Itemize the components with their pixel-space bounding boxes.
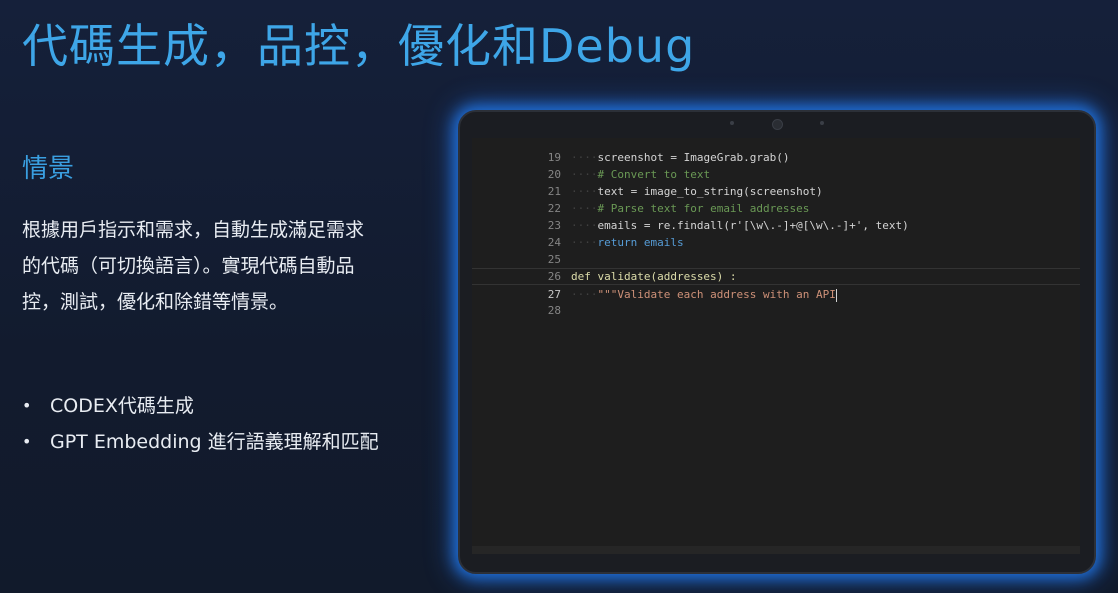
- section-subtitle: 情景: [22, 154, 75, 184]
- code-line[interactable]: 20 ····# Convert to text: [472, 149, 1080, 181]
- code-editor[interactable]: 19 ····screenshot = ImageGrab.grab() 20 ··…: [472, 138, 1080, 546]
- code-line[interactable]: 24 ····return emails: [472, 217, 1080, 249]
- code-line[interactable]: 19 ····screenshot = ImageGrab.grab(): [472, 138, 1080, 164]
- bullet-icon: •: [22, 432, 32, 451]
- tablet-device: 19 ····screenshot = ImageGrab.grab() 20 ··…: [458, 110, 1096, 574]
- code-line[interactable]: 21 ····text = image_to_string(screenshot): [472, 166, 1080, 198]
- bullet-text: GPT Embedding 進行語義理解和匹配: [50, 431, 379, 453]
- code-line[interactable]: 22 ····# Parse text for email addresses: [472, 183, 1080, 215]
- code-line[interactable]: 26 def validate(addresses) :: [472, 251, 1080, 283]
- slide-title: 代碼生成，品控，優化和Debug: [22, 19, 696, 73]
- line-number: 28: [547, 304, 561, 317]
- code-line[interactable]: 23 ····emails = re.findall(r'[\w\.-]+@[\w…: [472, 200, 1080, 232]
- camera-icon: [772, 119, 783, 130]
- screen-bezel-bottom: [472, 546, 1080, 554]
- sensor-icon: [730, 121, 734, 125]
- bullet-list: • CODEX代碼生成 • GPT Embedding 進行語義理解和匹配: [22, 388, 379, 460]
- list-item: • GPT Embedding 進行語義理解和匹配: [22, 424, 379, 460]
- code-line[interactable]: 28: [472, 285, 1080, 317]
- code-line-active[interactable]: 27 ····"""Validate each address with an A…: [472, 268, 1080, 302]
- scenario-description: 根據用戶指示和需求，自動生成滿足需求的代碼（可切換語言）。實現代碼自動品控，測試…: [22, 219, 365, 313]
- bullet-text: CODEX代碼生成: [50, 395, 194, 417]
- list-item: • CODEX代碼生成: [22, 388, 379, 424]
- code-line[interactable]: 25: [472, 234, 1080, 266]
- sensor-icon: [820, 121, 824, 125]
- bullet-icon: •: [22, 396, 32, 415]
- slide: 代碼生成，品控，優化和Debug 情景 根據用戶指示和需求，自動生成滿足需求的代…: [0, 0, 1118, 593]
